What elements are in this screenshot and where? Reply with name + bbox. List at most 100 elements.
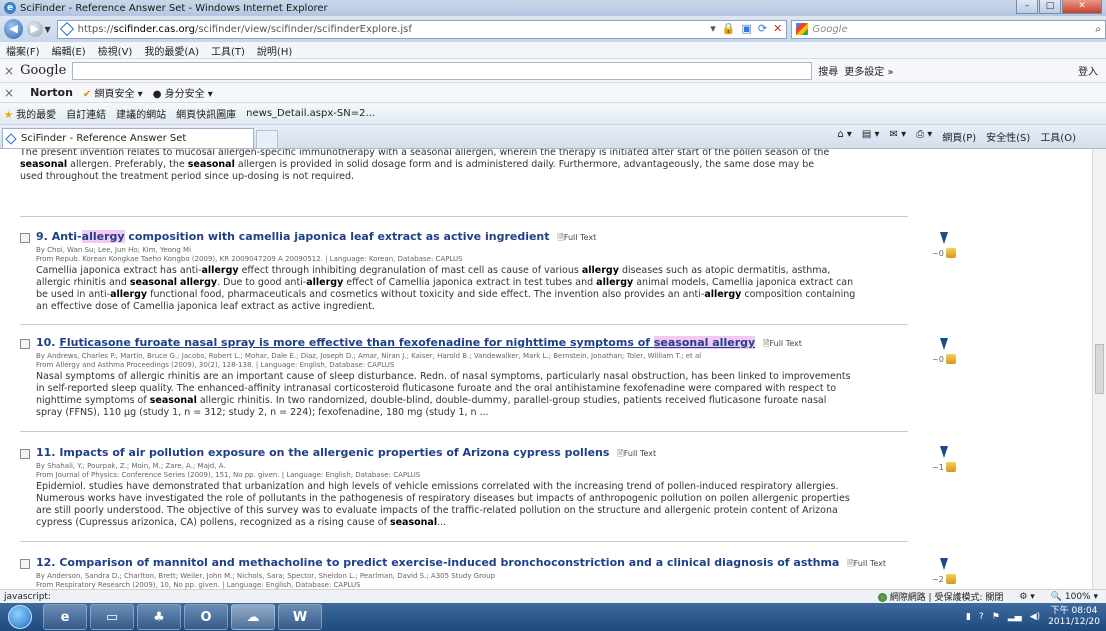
divider [20,431,908,432]
google-signin-button[interactable]: 登入 [1078,63,1098,78]
full-text-link[interactable]: Full Text [763,339,802,348]
menu-view[interactable]: 檢視(V) [98,43,133,58]
folder-icon[interactable] [945,354,956,364]
start-button[interactable] [0,603,40,631]
folder-icon[interactable] [945,248,956,258]
favorites-button[interactable]: ★ 我的最愛 [4,106,56,121]
home-icon[interactable]: ⌂ ▾ [837,129,852,144]
mail-icon[interactable]: ✉ ▾ [890,129,907,144]
menu-tools[interactable]: 工具(T) [211,43,245,58]
page-menu[interactable]: 網頁(P) [942,129,976,144]
result-source: From Respiratory Research (2009), 10, No… [36,581,361,589]
web-safety-button[interactable]: ✔ 網頁安全 ▾ [83,85,143,100]
opera-taskbar-icon[interactable]: O [184,604,228,630]
google-search-input[interactable] [72,61,813,80]
help-icon[interactable]: ? [979,612,984,622]
print-icon[interactable]: ⎙ ▾ [916,129,932,144]
clock[interactable]: 下午 08:04 2011/12/20 [1048,606,1100,628]
search-icon[interactable]: ⌕ [1095,24,1101,35]
pin-icon[interactable] [940,446,948,458]
keyword-highlight: allergy [596,277,634,288]
word-taskbar-icon[interactable]: W [278,604,322,630]
history-dropdown-icon[interactable]: ▼ [45,25,51,34]
menu-help[interactable]: 說明(H) [257,43,292,58]
favorites-item-2[interactable]: 網頁快訊圖庫 [176,106,236,121]
partial-result: The present invention relates to mucosal… [20,149,908,183]
result-checkbox[interactable] [20,559,30,569]
lock-icon[interactable]: 🔒 [722,22,736,35]
full-text-link[interactable]: Full Text [557,233,596,242]
abstract-line: used throughout the treatment period sin… [20,171,355,182]
favorites-item-1[interactable]: 建議的網站 [116,106,166,121]
feeds-icon[interactable]: ▤ ▾ [862,129,880,144]
media-taskbar-icon[interactable]: ♣ [137,604,181,630]
identity-safety-button[interactable]: ● 身分安全 ▾ [153,85,213,100]
pin-icon[interactable] [940,338,948,350]
search-placeholder: Google [812,23,848,35]
dropdown-icon[interactable]: ▾ [710,22,716,35]
vertical-scrollbar[interactable] [1092,149,1106,589]
close-button[interactable]: ✕ [1062,0,1102,14]
safety-menu[interactable]: 安全性(S) [986,129,1030,144]
scrollbar-thumb[interactable] [1095,344,1104,394]
battery-icon[interactable]: ▮ [966,612,971,622]
result-title-link[interactable]: 11. Impacts of air pollution exposure on… [36,446,656,462]
maximize-button[interactable]: □ [1039,0,1061,14]
zoom-control[interactable]: 🔍 100% ▾ [1051,592,1098,602]
result-title-link[interactable]: 10. Fluticasone furoate nasal spray is m… [36,336,802,352]
back-button[interactable]: ◀ [4,19,24,39]
google-logo: Google [20,63,67,78]
folder-icon[interactable] [945,574,956,584]
google-more-button[interactable]: 更多設定 » [844,63,893,78]
network-icon[interactable]: ▂▄ [1008,612,1022,622]
menu-favorites[interactable]: 我的最愛(A) [144,43,199,58]
new-tab-button[interactable] [256,130,278,148]
tools-menu[interactable]: 工具(O) [1040,129,1076,144]
pin-icon[interactable] [940,558,948,570]
result-title-link[interactable]: 12. Comparison of mannitol and methachol… [36,556,886,572]
result-checkbox[interactable] [20,233,30,243]
pin-icon[interactable] [940,232,948,244]
close-toolbar-icon[interactable]: × [4,64,14,78]
search-input[interactable]: Google ⌕ [791,19,1106,39]
full-text-link[interactable]: Full Text [617,449,656,458]
ie-taskbar-icon[interactable]: e [43,604,87,630]
minimize-button[interactable]: – [1016,0,1038,14]
full-text-link[interactable]: Full Text [847,559,886,568]
close-toolbar-icon[interactable]: × [4,86,14,100]
cited-count: ~2 [932,574,944,584]
clock-time: 下午 08:04 [1050,606,1098,616]
refresh-icon[interactable]: ⟳ [758,22,767,35]
ie-active-taskbar-icon[interactable]: ☁ [231,604,275,630]
favorites-item-0[interactable]: 自訂連結 [66,106,106,121]
forward-button[interactable]: ▶ [27,21,43,37]
result-checkbox[interactable] [20,339,30,349]
checkmark-icon: ✔ [82,89,92,100]
norton-logo: Norton [30,86,73,99]
tab-scifinder[interactable]: SciFinder - Reference Answer Set [2,128,254,148]
command-bar: ⌂ ▾ ▤ ▾ ✉ ▾ ⎙ ▾ 網頁(P) 安全性(S) 工具(O) [837,129,1076,144]
explorer-taskbar-icon[interactable]: ▭ [90,604,134,630]
site-favicon-icon [59,21,74,37]
security-zone[interactable]: 網際網路 | 受保護模式: 關閉 [877,590,1003,603]
address-input[interactable]: https://scifinder.cas.org/scifinder/view… [56,19,788,39]
taskbar: e ▭ ♣ O ☁ W ▮ ? ⚑ ▂▄ ◀) 下午 08:04 2011/12… [0,603,1106,631]
google-search-button[interactable]: 搜尋 [818,63,838,78]
result-checkbox[interactable] [20,449,30,459]
zoom-level: 100% [1064,591,1091,602]
keyword-highlight: allergy [110,289,148,300]
stop-icon[interactable]: ✕ [773,22,782,35]
compatibility-icon[interactable]: ▣ [742,22,752,35]
flag-icon[interactable]: ⚑ [992,612,1000,622]
folder-icon[interactable] [945,462,956,472]
protected-mode-icon[interactable]: ⚙ ▾ [1019,592,1034,602]
result-item: 10. Fluticasone furoate nasal spray is m… [20,336,908,419]
volume-icon[interactable]: ◀) [1030,612,1040,622]
result-title-link[interactable]: 9. Anti-allergy composition with camelli… [36,230,596,246]
favorites-item-3[interactable]: news_Detail.aspx-SN=2... [246,108,375,119]
status-text: javascript: [4,591,51,602]
menu-file[interactable]: 檔案(F) [6,43,40,58]
keyword-highlight: allergy [306,277,344,288]
menu-edit[interactable]: 編輯(E) [52,43,86,58]
result-authors: By Shahali, Y.; Pourpak, Z.; Moin, M.; Z… [36,462,226,470]
